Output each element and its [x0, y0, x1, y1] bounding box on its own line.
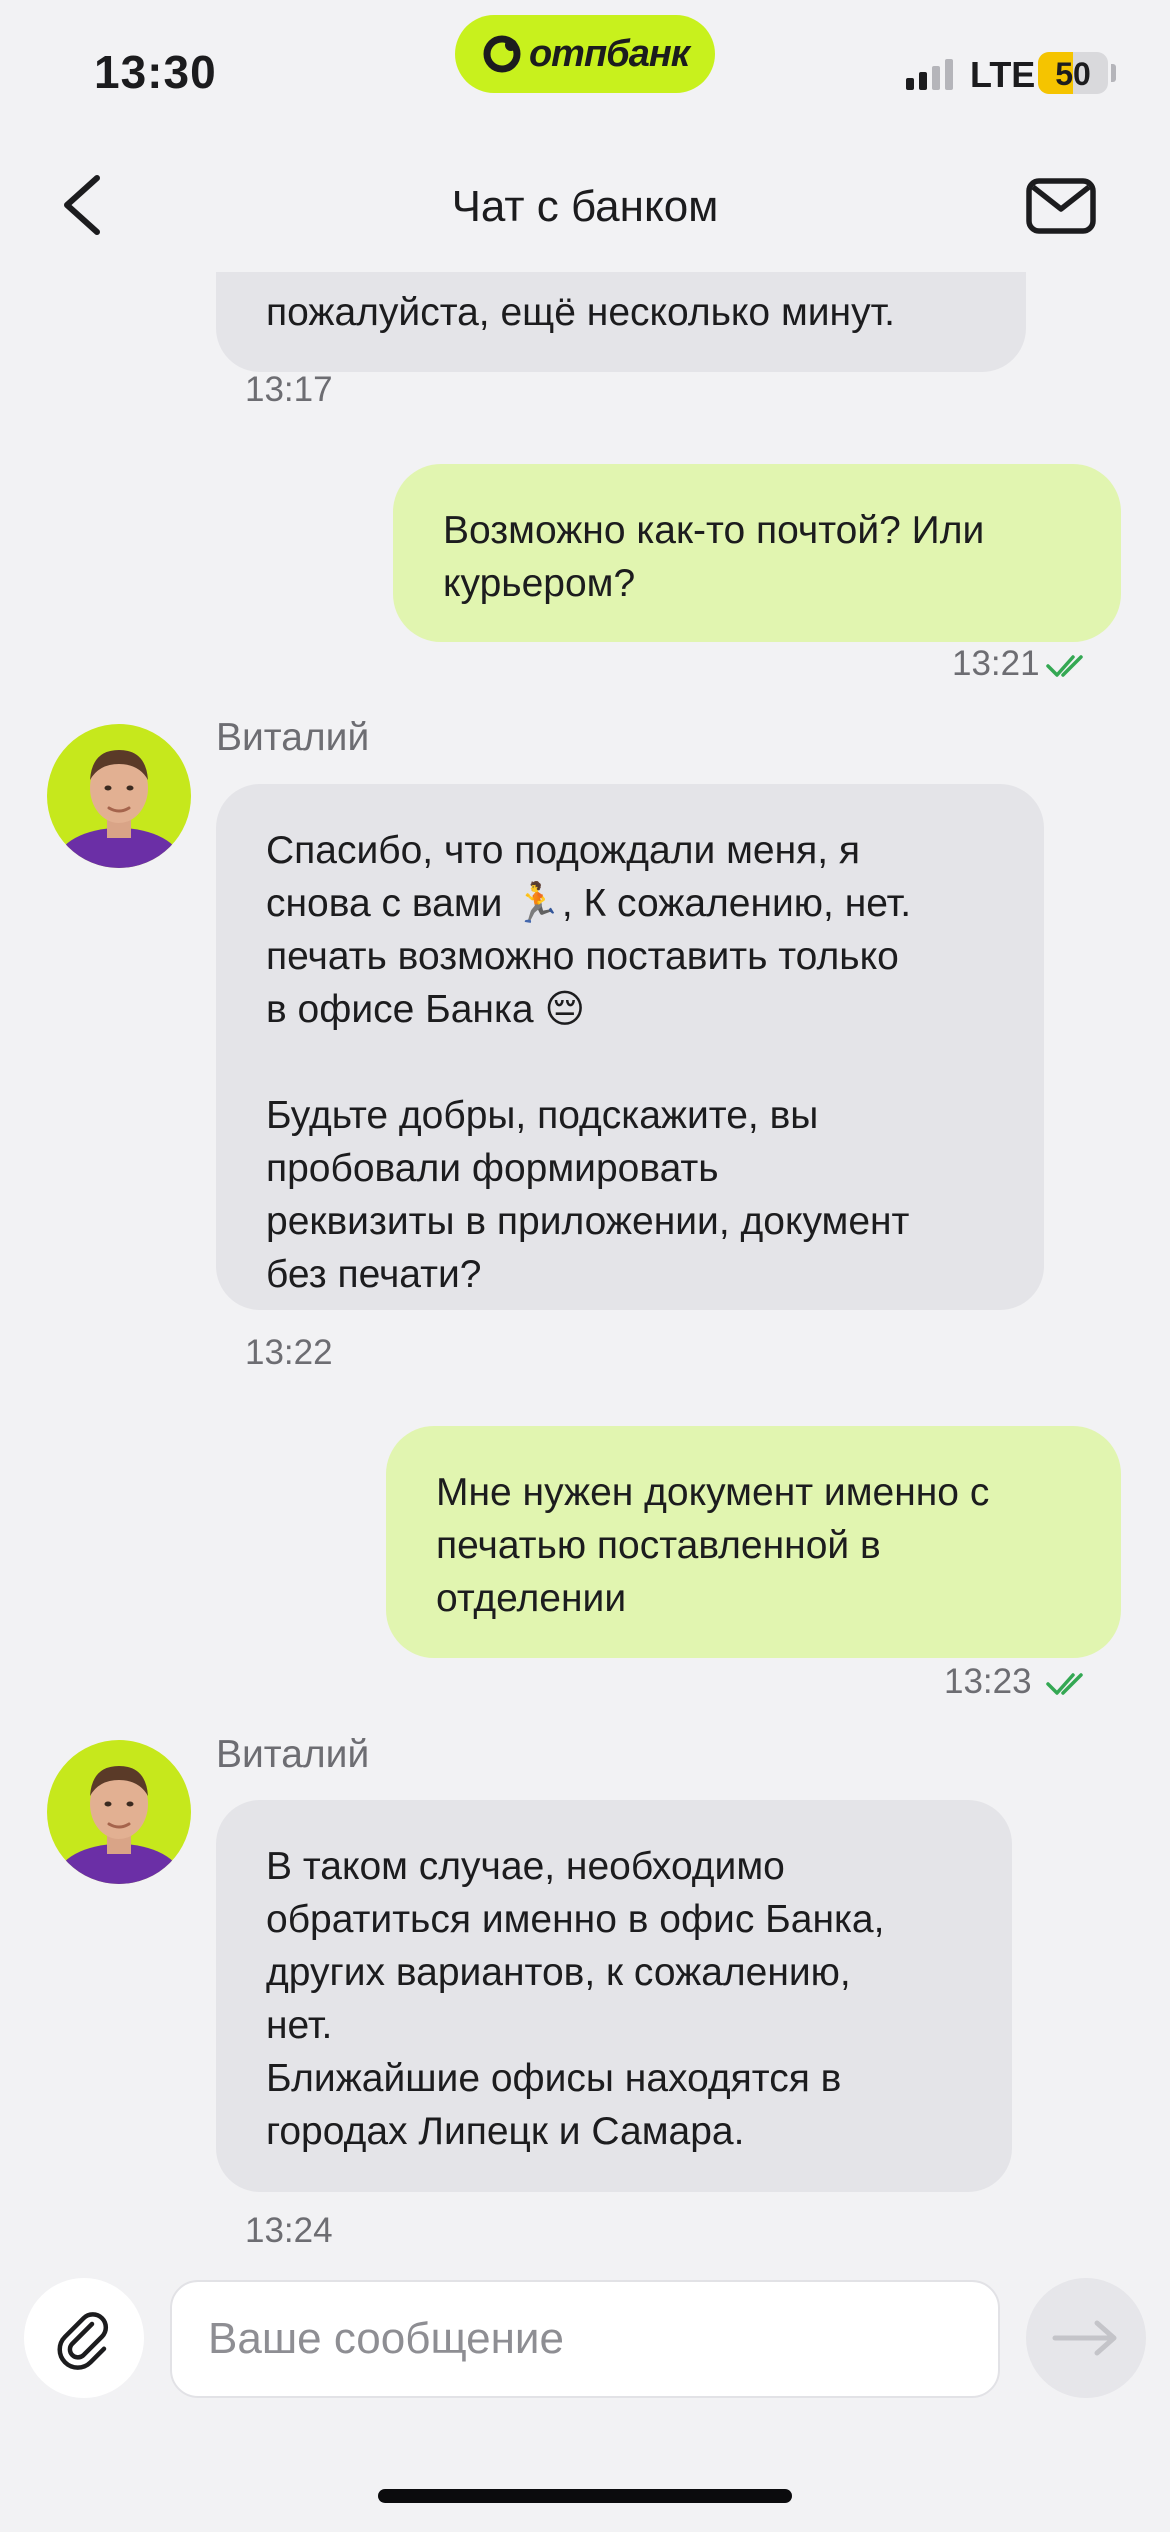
message-bubble-incoming: Спасибо, что подождали меня, я снова с в… [216, 784, 1044, 1310]
message-text: Мне нужен документ именно с печатью пост… [436, 1471, 990, 1620]
battery-percent: 50 [1055, 56, 1091, 92]
double-check-icon [1046, 1673, 1083, 1695]
sender-name: Виталий [216, 1733, 370, 1776]
message-list[interactable]: пожалуйста, ещё несколько минут. 13:17 В… [0, 272, 1170, 2252]
status-bar: 13:30 отпбанк LTE 50 [0, 0, 1170, 140]
message-time: 13:17 [245, 370, 333, 409]
double-check-icon [1046, 655, 1083, 677]
arrow-right-icon [1052, 2320, 1117, 2356]
brand-logo: отпбанк [455, 15, 715, 93]
brand-mark-icon [483, 35, 521, 73]
network-type: LTE [970, 54, 1036, 95]
brand-name: отпбанк [528, 32, 690, 75]
message-bubble-outgoing: Возможно как-то почтой? Или курьером? [393, 464, 1121, 642]
sender-name: Виталий [216, 716, 370, 759]
message-text: В таком случае, необходимо обратиться им… [266, 1845, 885, 2153]
envelope-icon[interactable] [1025, 175, 1097, 237]
avatar [47, 1740, 191, 1884]
message-bubble-incoming: пожалуйста, ещё несколько минут. [216, 272, 1026, 372]
home-indicator[interactable] [378, 2489, 792, 2503]
send-button[interactable] [1026, 2278, 1146, 2398]
status-time: 13:30 [94, 46, 217, 98]
message-time: 13:22 [245, 1333, 333, 1372]
message-text: пожалуйста, ещё несколько минут. [266, 291, 895, 334]
message-input[interactable] [170, 2280, 1000, 2398]
cellular-signal-icon [906, 58, 953, 90]
message-time: 13:21 [952, 644, 1040, 683]
battery-tip [1111, 64, 1116, 82]
attach-button[interactable] [24, 2278, 144, 2398]
page-title: Чат с банком [451, 182, 719, 231]
paperclip-icon [57, 2312, 108, 2370]
message-time: 13:24 [245, 2211, 333, 2250]
message-time: 13:23 [944, 1662, 1032, 1701]
battery-icon: 50 [1038, 52, 1108, 94]
message-text: Спасибо, что подождали меня, я снова с в… [266, 829, 912, 1296]
message-bubble-incoming: В таком случае, необходимо обратиться им… [216, 1800, 1012, 2192]
message-text: Возможно как-то почтой? Или курьером? [443, 509, 985, 605]
avatar [47, 724, 191, 868]
message-bubble-outgoing: Мне нужен документ именно с печатью пост… [386, 1426, 1121, 1658]
